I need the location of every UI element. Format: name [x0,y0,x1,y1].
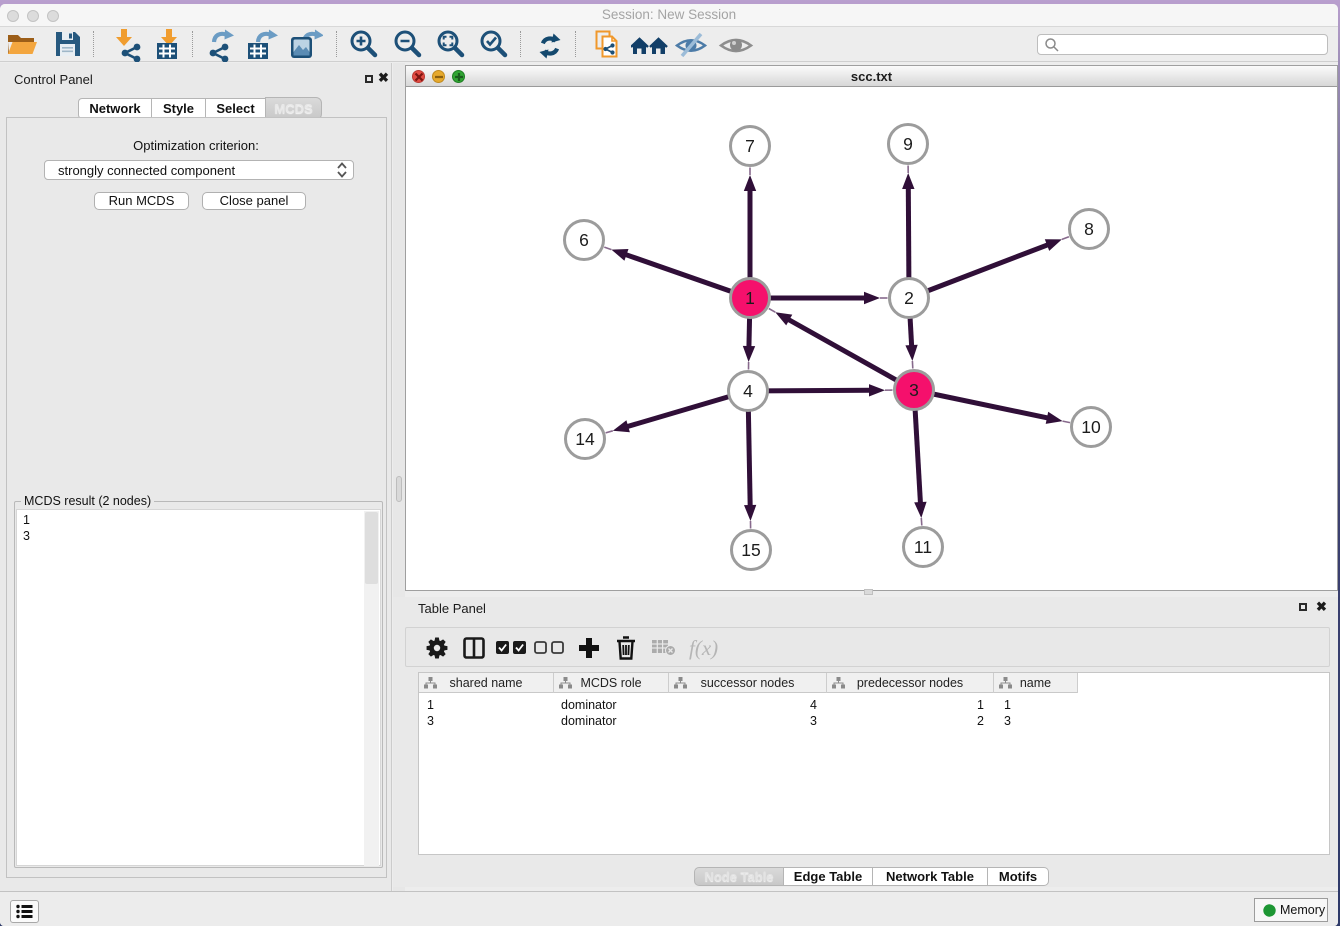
svg-text:6: 6 [579,230,589,250]
svg-text:15: 15 [741,540,760,560]
svg-text:2: 2 [904,288,914,308]
svg-text:7: 7 [745,136,755,156]
svg-text:9: 9 [903,134,913,154]
svg-text:3: 3 [909,380,919,400]
svg-text:11: 11 [914,537,932,557]
svg-text:8: 8 [1084,219,1094,239]
svg-text:14: 14 [575,429,595,449]
svg-text:1: 1 [745,288,755,308]
svg-text:10: 10 [1081,417,1101,437]
svg-text:4: 4 [743,381,753,401]
